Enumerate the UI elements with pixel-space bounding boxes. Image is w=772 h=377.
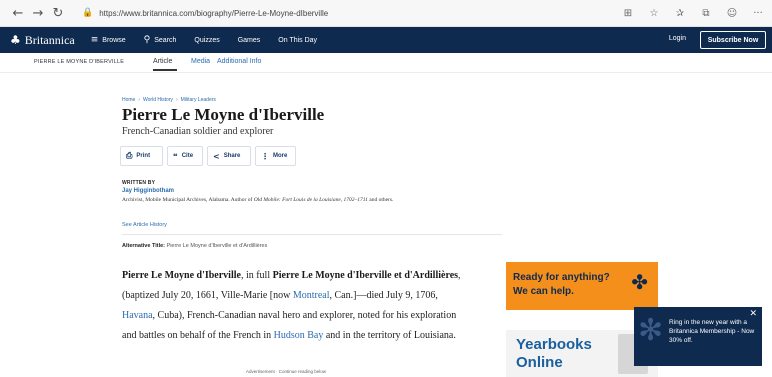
more-label: More xyxy=(273,153,288,159)
browser-actions: ⊞ ☆ ✰ ⧉ ☺ ··· xyxy=(620,3,766,23)
breadcrumb-world-history[interactable]: World History xyxy=(143,97,173,103)
printer-icon: ⎙ xyxy=(126,151,133,160)
section-divider xyxy=(122,234,502,235)
active-tab-indicator xyxy=(153,69,177,71)
author-name-link[interactable]: Jay Higginbotham xyxy=(122,188,174,194)
author-book-title: Old Mobile: Fort Louis de la Louisiane, … xyxy=(253,197,368,203)
ad-subheadline: We can help. xyxy=(513,286,574,297)
search-button[interactable]: ⚲ Search xyxy=(144,35,177,45)
breadcrumb-separator: › xyxy=(138,97,141,103)
thistle-decoration-icon: ✻ xyxy=(638,313,664,348)
tab-article[interactable]: Article xyxy=(153,58,172,65)
author-bio-tail: and others. xyxy=(367,197,394,203)
promo-text: Ring in the new year with a Britannica M… xyxy=(669,319,755,344)
breadcrumb: Home › World History › Military Leaders xyxy=(122,97,216,103)
reader-view-icon[interactable]: ⊞ xyxy=(620,3,636,23)
print-label: Print xyxy=(136,153,151,159)
share-icon: < xyxy=(213,151,220,161)
intro-text-4: and in the territory of Louisiana. xyxy=(323,330,456,341)
on-this-day-link[interactable]: On This Day xyxy=(278,37,317,44)
alternative-title: Alternative Title: Pierre Le Moyne d'Ibe… xyxy=(122,243,267,249)
url-text: https://www.britannica.com/biography/Pie… xyxy=(99,8,329,18)
more-menu-icon[interactable]: ··· xyxy=(750,3,766,23)
membership-promo[interactable]: ✻ Ring in the new year with a Britannica… xyxy=(634,307,762,366)
lock-icon: 🔒 xyxy=(82,8,94,18)
alternative-title-label: Alternative Title: xyxy=(122,243,165,249)
article-subnav: PIERRE LE MOYNE D'IBERVILLE Article Medi… xyxy=(0,53,772,73)
yearbook-ad-line2: Online xyxy=(516,354,563,371)
address-bar[interactable]: 🔒 https://www.britannica.com/biography/P… xyxy=(82,3,672,23)
subnav-page-name: PIERRE LE MOYNE D'IBERVILLE xyxy=(34,59,125,65)
profile-icon[interactable]: ☺ xyxy=(724,3,740,23)
back-arrow-icon[interactable]: ← xyxy=(8,3,28,23)
quote-icon: ❝ xyxy=(173,151,178,161)
article-intro: Pierre Le Moyne d'Iberville, in full Pie… xyxy=(122,266,472,346)
article-actions: ⎙ Print ❝ Cite < Share ⋮ More xyxy=(120,146,296,166)
subject-full-name: Pierre Le Moyne d'Iberville et d'Ardilli… xyxy=(272,270,459,281)
yearbook-ad-line1: Yearbooks xyxy=(516,336,592,353)
tab-media[interactable]: Media xyxy=(191,58,210,65)
ready-for-anything-ad[interactable]: Ready for anything? We can help. ✤ xyxy=(506,262,658,310)
thistle-icon: ✤ xyxy=(631,270,648,294)
collections-icon[interactable]: ⧉ xyxy=(698,3,714,23)
share-button[interactable]: < Share xyxy=(207,146,251,166)
page-title: Pierre Le Moyne d'Iberville xyxy=(122,105,325,124)
hudson-bay-link[interactable]: Hudson Bay xyxy=(274,330,324,341)
quizzes-link[interactable]: Quizzes xyxy=(194,37,219,44)
refresh-icon[interactable]: ↻ xyxy=(48,3,68,23)
havana-link[interactable]: Havana xyxy=(122,310,153,321)
britannica-logo[interactable]: ♣ Britannica xyxy=(10,33,75,48)
page-subtitle: French-Canadian soldier and explorer xyxy=(122,126,274,137)
search-label: Search xyxy=(154,36,177,44)
breadcrumb-separator: › xyxy=(175,97,178,103)
search-icon: ⚲ xyxy=(143,35,151,45)
more-button[interactable]: ⋮ More xyxy=(255,146,296,166)
login-link[interactable]: Login xyxy=(669,35,686,42)
site-header: ♣ Britannica ≡ Browse ⚲ Search Quizzes G… xyxy=(0,27,772,53)
vertical-dots-icon: ⋮ xyxy=(261,151,269,161)
games-link[interactable]: Games xyxy=(238,37,261,44)
montreal-link[interactable]: Montreal xyxy=(293,290,330,301)
browser-toolbar: ← → ↻ 🔒 https://www.britannica.com/biogr… xyxy=(0,0,772,27)
forward-arrow-icon[interactable]: → xyxy=(28,3,48,23)
logo-text: Britannica xyxy=(24,32,75,47)
article-history-link[interactable]: See Article History xyxy=(122,222,167,228)
favorites-icon[interactable]: ✰ xyxy=(672,3,688,23)
hamburger-icon: ≡ xyxy=(90,35,99,45)
subscribe-button[interactable]: Subscribe Now xyxy=(700,31,766,49)
close-icon[interactable]: ✕ xyxy=(749,309,757,319)
cite-button[interactable]: ❝ Cite xyxy=(167,146,203,166)
advertisement-label: Advertisement · Continue reading below xyxy=(246,369,327,374)
breadcrumb-military-leaders[interactable]: Military Leaders xyxy=(181,97,216,103)
cite-label: Cite xyxy=(181,153,194,159)
subject-name: Pierre Le Moyne d'Iberville xyxy=(122,270,241,281)
author-bio: Archivist, Mobile Municipal Archives, Al… xyxy=(122,197,482,205)
share-label: Share xyxy=(223,153,241,159)
browse-label: Browse xyxy=(102,36,126,44)
browse-button[interactable]: ≡ Browse xyxy=(91,35,126,45)
thistle-icon: ♣ xyxy=(10,33,21,47)
intro-in-full: , in full xyxy=(240,270,273,281)
print-button[interactable]: ⎙ Print xyxy=(120,146,163,166)
author-bio-text: Archivist, Mobile Municipal Archives, Al… xyxy=(122,197,254,203)
favorite-star-icon[interactable]: ☆ xyxy=(646,3,662,23)
breadcrumb-home[interactable]: Home xyxy=(122,97,135,103)
tab-additional-info[interactable]: Additional Info xyxy=(217,58,261,65)
intro-text-2: , Can.]—died July 9, 1706, xyxy=(329,290,438,301)
written-by-label: WRITTEN BY xyxy=(122,180,156,186)
alternative-title-value: Pierre Le Moyne d'Iberville et d'Ardilli… xyxy=(166,243,268,249)
ad-headline: Ready for anything? xyxy=(513,272,610,283)
